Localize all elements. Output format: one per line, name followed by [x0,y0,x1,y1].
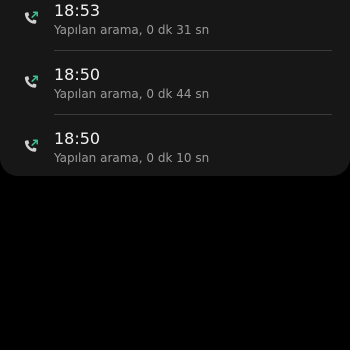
outgoing-call-icon [22,10,40,28]
divider [54,114,332,115]
call-log-item[interactable]: 18:50 Yapılan arama, 0 dk 10 sn [0,130,350,212]
call-time: 18:53 [54,1,101,20]
call-time: 18:50 [54,65,101,84]
call-detail: Yapılan arama, 0 dk 10 sn [54,151,210,165]
call-log-item[interactable]: 18:53 Yapılan arama, 0 dk 31 sn [0,2,350,84]
divider [54,50,332,51]
call-detail: Yapılan arama, 0 dk 44 sn [54,87,210,101]
call-log-item[interactable]: 18:50 Yapılan arama, 0 dk 44 sn [0,66,350,148]
call-time: 18:50 [54,129,101,148]
call-detail: Yapılan arama, 0 dk 31 sn [54,23,210,37]
outgoing-call-icon [22,138,40,156]
outgoing-call-icon [22,74,40,92]
